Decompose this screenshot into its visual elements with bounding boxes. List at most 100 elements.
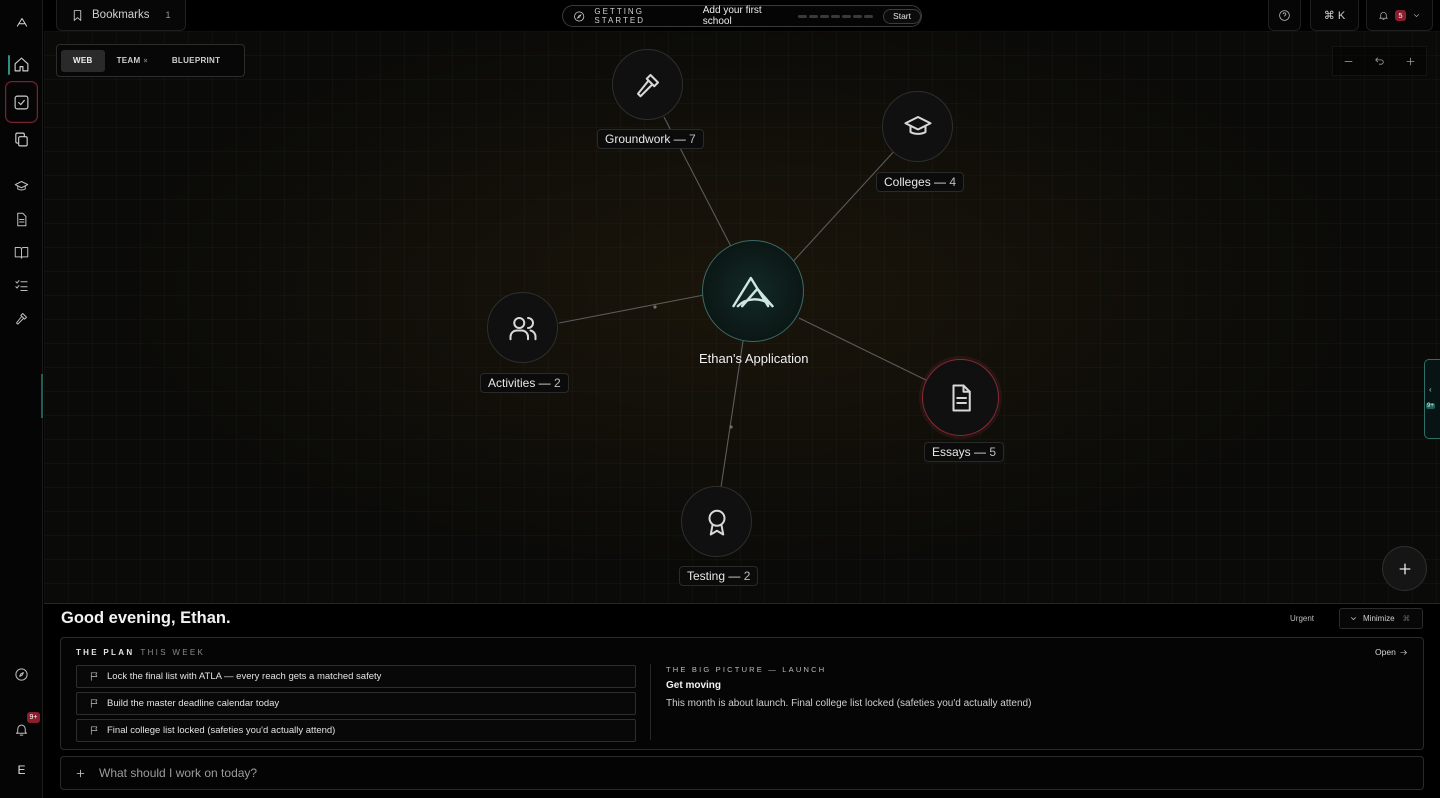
bookmarks-button[interactable]: Bookmarks 1 xyxy=(56,0,186,31)
help-button[interactable] xyxy=(1268,0,1301,31)
chevron-down-icon xyxy=(1413,13,1419,17)
progress-dot xyxy=(798,14,808,18)
bookmarks-label: Bookmarks xyxy=(92,9,150,21)
checklist-icon xyxy=(15,280,28,291)
flag-icon xyxy=(90,672,98,681)
nav-tasks[interactable] xyxy=(5,81,38,123)
open-label: Open xyxy=(1375,647,1396,657)
notifications-menu[interactable]: 5 xyxy=(1366,0,1433,31)
graduation-cap-icon xyxy=(904,115,931,135)
big-picture-body: This month is about launch. Final colleg… xyxy=(666,698,1032,709)
task-text: Lock the final list with ATLA — every re… xyxy=(107,671,382,682)
node-colleges[interactable] xyxy=(882,91,953,162)
tab-blueprint[interactable]: BLUEPRINT xyxy=(160,50,232,72)
nav-essays[interactable] xyxy=(5,203,38,236)
award-icon xyxy=(708,509,725,535)
node-activities[interactable] xyxy=(487,292,558,363)
ask-input[interactable] xyxy=(99,766,999,780)
node-label-groundwork[interactable]: Groundwork — 7 xyxy=(597,129,704,149)
task-text: Final college list locked (safeties you'… xyxy=(107,725,336,736)
rail-edge-marker xyxy=(41,374,43,418)
edge-marker xyxy=(653,305,657,309)
close-icon[interactable]: × xyxy=(143,58,147,65)
users-icon xyxy=(509,316,536,340)
add-node-button[interactable] xyxy=(1382,546,1427,591)
bookmarks-count: 1 xyxy=(165,10,171,20)
progress-dots xyxy=(798,14,874,18)
bell-icon xyxy=(1379,11,1389,20)
plan-card: THE PLAN THIS WEEK Lock the final list wi… xyxy=(60,637,1424,750)
node-label-colleges[interactable]: Colleges — 4 xyxy=(876,172,965,192)
progress-dot xyxy=(864,14,874,18)
task-item[interactable]: Lock the final list with ATLA — every re… xyxy=(76,665,636,688)
checkbox-icon xyxy=(14,95,29,109)
nav-library[interactable] xyxy=(5,236,38,269)
progress-dot xyxy=(831,14,841,18)
nav-documents[interactable] xyxy=(5,123,38,156)
getting-started-kicker: GETTING STARTED xyxy=(594,7,645,25)
node-name: Colleges xyxy=(884,175,931,189)
urgent-filter[interactable]: Urgent xyxy=(1290,614,1314,623)
zoom-controls xyxy=(1332,46,1427,76)
compass-icon xyxy=(574,10,585,22)
node-count: 2 xyxy=(554,376,561,390)
drawer-badge: 9+ xyxy=(1426,403,1435,409)
bookmark-icon xyxy=(73,9,82,21)
hub-node[interactable] xyxy=(702,240,804,342)
node-testing[interactable] xyxy=(681,486,752,557)
reset-view-icon[interactable] xyxy=(1373,55,1386,68)
application-graph-canvas[interactable]: WEB TEAM × BLUEPRINT Groundwork — 7 Colle… xyxy=(44,31,1440,604)
chevron-down-icon xyxy=(1350,617,1357,621)
open-link[interactable]: Open xyxy=(1375,647,1408,657)
node-name: Activities xyxy=(488,376,536,390)
ask-bar xyxy=(60,756,1424,790)
book-icon xyxy=(14,247,29,259)
task-item[interactable]: Build the master deadline calendar today xyxy=(76,692,636,715)
document-icon xyxy=(17,212,27,227)
side-drawer-toggle[interactable]: ‹ 9+ xyxy=(1424,359,1440,439)
compass-button[interactable] xyxy=(5,658,38,691)
node-name: Groundwork xyxy=(605,132,671,146)
node-label-activities[interactable]: Activities — 2 xyxy=(480,373,569,393)
hub-label[interactable]: Ethan's Application xyxy=(699,351,808,366)
nav-tools[interactable] xyxy=(5,302,38,335)
edge-marker xyxy=(729,425,733,429)
tab-team-label: TEAM xyxy=(116,55,141,65)
plus-icon xyxy=(1399,563,1410,574)
logo-icon xyxy=(732,276,774,308)
zoom-out-icon[interactable] xyxy=(1342,55,1355,68)
left-rail: 9+ E xyxy=(0,0,43,798)
nav-home[interactable] xyxy=(5,48,38,81)
nav-colleges[interactable] xyxy=(5,170,38,203)
plus-icon[interactable] xyxy=(75,768,86,779)
node-count: 4 xyxy=(949,175,957,189)
app-logo[interactable] xyxy=(5,5,38,38)
getting-started-banner[interactable]: GETTING STARTED Add your first school St… xyxy=(562,5,922,27)
chevron-left-icon: ‹ xyxy=(1429,385,1432,394)
zoom-in-icon[interactable] xyxy=(1404,55,1417,68)
edge-colleges xyxy=(776,134,910,280)
notification-badge: 9+ xyxy=(27,712,40,723)
node-label-essays[interactable]: Essays — 5 xyxy=(924,442,1005,462)
node-essays[interactable] xyxy=(922,359,999,436)
nav-checklist[interactable] xyxy=(5,269,38,302)
flag-icon xyxy=(90,699,98,708)
avatar[interactable]: E xyxy=(7,758,36,782)
start-button[interactable]: Start xyxy=(883,8,921,24)
tab-team[interactable]: TEAM × xyxy=(105,50,160,72)
divider xyxy=(650,664,651,740)
getting-started-title: Add your first school xyxy=(702,5,762,27)
edge-activities xyxy=(558,294,705,324)
command-palette-button[interactable]: ⌘ K xyxy=(1310,0,1359,31)
minimize-label: Minimize xyxy=(1363,614,1395,623)
node-label-testing[interactable]: Testing — 2 xyxy=(679,566,759,586)
minimize-button[interactable]: Minimize ⌘ xyxy=(1339,608,1423,629)
node-name: Testing xyxy=(687,569,726,583)
greeting: Good evening, Ethan. xyxy=(61,609,231,627)
progress-dot xyxy=(809,14,819,18)
arrow-right-icon xyxy=(1400,649,1407,655)
node-groundwork[interactable] xyxy=(612,49,683,120)
node-count: 5 xyxy=(989,445,997,459)
task-item[interactable]: Final college list locked (safeties you'… xyxy=(76,719,636,742)
tab-web[interactable]: WEB xyxy=(61,49,105,72)
